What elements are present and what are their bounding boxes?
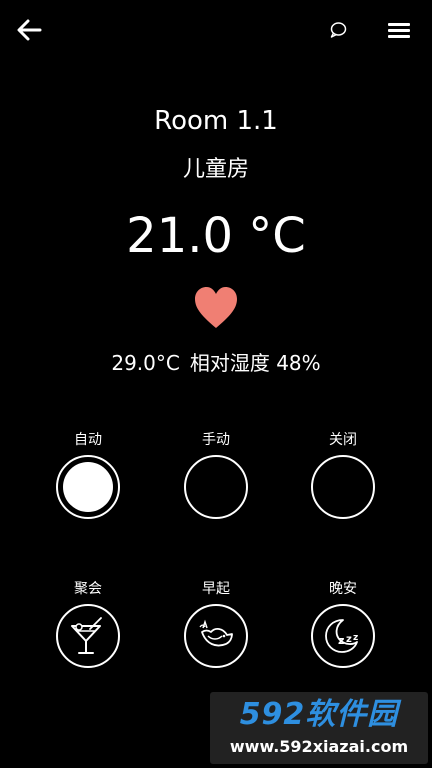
sleep-moon-icon: z z z — [325, 619, 358, 653]
scene-wakeup[interactable]: 早起 — [161, 579, 271, 668]
hamburger-menu-icon — [388, 23, 410, 38]
mode-radio-off[interactable] — [311, 455, 375, 519]
room-status: 29.0°C 相对湿度 48% — [0, 348, 432, 378]
watermark-url: www.592xiazai.com — [229, 737, 409, 756]
room-subtitle: 儿童房 — [182, 157, 249, 182]
actual-temperature: 29.0°C — [111, 351, 180, 375]
chat-bubble-icon — [330, 22, 347, 38]
room-name: Room 1.1 — [154, 106, 278, 136]
watermark-logo: 592软件园 — [239, 697, 399, 732]
scene-label: 晚安 — [329, 581, 357, 597]
scene-label: 早起 — [202, 581, 230, 597]
scene-party[interactable]: 聚会 — [33, 579, 143, 668]
target-temperature: 21.0 °C — [126, 208, 306, 264]
humidity-reading: 相对湿度 48% — [189, 351, 321, 375]
chat-button[interactable] — [324, 16, 352, 44]
mode-label: 手动 — [202, 432, 230, 448]
svg-text:z: z — [346, 634, 352, 645]
watermark: 592软件园 www.592xiazai.com — [210, 692, 428, 764]
scene-wakeup-button[interactable] — [184, 604, 248, 668]
mode-radio-manual[interactable] — [184, 455, 248, 519]
mode-radio-auto[interactable] — [56, 455, 120, 519]
mode-label: 关闭 — [329, 432, 357, 448]
arrow-left-icon — [17, 19, 42, 41]
mode-off[interactable]: 关闭 — [288, 430, 398, 519]
svg-text:z: z — [353, 633, 358, 643]
back-button[interactable] — [12, 15, 46, 45]
scene-goodnight-button[interactable]: z z z — [311, 604, 375, 668]
heart-icon — [195, 287, 237, 328]
scene-goodnight[interactable]: 晚安 z z z — [288, 579, 398, 668]
bird-icon — [199, 619, 233, 647]
mode-label: 自动 — [74, 432, 102, 448]
scene-label: 聚会 — [74, 581, 102, 597]
scene-party-button[interactable] — [56, 604, 120, 668]
cocktail-icon — [71, 617, 102, 654]
svg-text:z: z — [338, 634, 344, 647]
mode-auto[interactable]: 自动 — [33, 430, 143, 519]
top-bar — [0, 0, 432, 60]
menu-button[interactable] — [383, 15, 415, 45]
mode-manual[interactable]: 手动 — [161, 430, 271, 519]
